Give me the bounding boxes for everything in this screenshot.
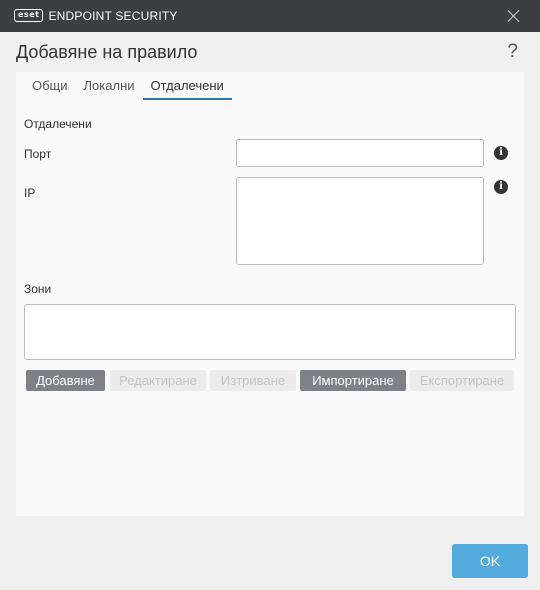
rule-panel: Общи Локални Отдалечени Отдалечени Порт … (16, 72, 524, 516)
ip-label: IP (24, 186, 36, 200)
zones-list[interactable] (24, 304, 516, 360)
ok-button[interactable]: OK (452, 544, 528, 578)
eset-logo-mark: eset (14, 9, 44, 22)
page-title: Добавяне на правило (16, 42, 198, 62)
edit-zone-button[interactable]: Редактиране (110, 370, 206, 391)
product-name: ENDPOINT SECURITY (48, 8, 178, 23)
add-zone-button[interactable]: Добавяне (26, 370, 105, 391)
export-zone-button[interactable]: Експортиране (410, 370, 514, 391)
tab-local[interactable]: Локални (76, 78, 143, 100)
port-label: Порт (24, 147, 52, 161)
tab-bar: Общи Локални Отдалечени (24, 78, 232, 100)
help-icon[interactable]: ? (507, 41, 518, 63)
ip-textarea[interactable] (236, 177, 484, 265)
close-icon[interactable] (504, 6, 524, 26)
import-zone-button[interactable]: Импортиране (300, 370, 406, 391)
tab-remote[interactable]: Отдалечени (142, 78, 232, 100)
titlebar: eset ENDPOINT SECURITY (0, 0, 540, 32)
eset-logo: eset ENDPOINT SECURITY (14, 8, 178, 23)
tab-general[interactable]: Общи (24, 78, 76, 100)
remote-section-label: Отдалечени (24, 117, 92, 131)
zones-label: Зони (24, 282, 52, 296)
ip-info-icon[interactable]: i (494, 180, 508, 194)
port-input[interactable] (236, 139, 484, 167)
port-info-icon[interactable]: i (494, 146, 508, 160)
delete-zone-button[interactable]: Изтриване (210, 370, 296, 391)
